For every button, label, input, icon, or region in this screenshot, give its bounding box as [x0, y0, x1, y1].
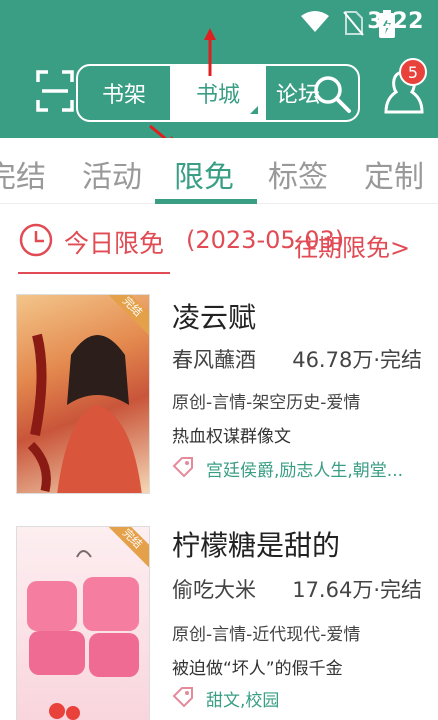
- past-free-link[interactable]: 往期限免>: [294, 228, 410, 263]
- wifi-icon: [301, 11, 329, 32]
- book-tags[interactable]: 宫廷侯爵,励志人生,朝堂...: [206, 456, 403, 481]
- book-genre: 原创-言情-近代现代-爱情: [172, 625, 361, 645]
- status-bar: 3:22: [238, 0, 438, 46]
- book-cover[interactable]: 完结: [16, 526, 150, 720]
- tab-events[interactable]: 活动: [82, 152, 142, 196]
- no-sim-icon: [343, 11, 364, 36]
- clock-icon: [19, 223, 53, 257]
- notification-badge: 5: [399, 58, 427, 86]
- book-title[interactable]: 柠檬糖是甜的: [172, 524, 340, 564]
- book-card[interactable]: 完结 柠檬糖是甜的 偷吃大米 17.64万·完结 原创-言情-近代现代-爱情 被…: [0, 522, 438, 720]
- book-description: 热血权谋群像文: [172, 427, 291, 447]
- section-underline: [18, 272, 170, 274]
- tab-free[interactable]: 限免: [174, 152, 234, 196]
- book-author: 偷吃大米: [172, 578, 256, 602]
- active-tab-indicator: [155, 199, 257, 204]
- tab-tags[interactable]: 标签: [268, 152, 328, 196]
- free-today-title: 今日限免: [64, 229, 165, 258]
- book-genre: 原创-言情-架空历史-爱情: [172, 393, 361, 413]
- category-tabs: 完结 活动 限免 标签 定制: [0, 138, 438, 204]
- book-card[interactable]: 完结 凌云赋 春风蘸酒 46.78万·完结 原创-言情-架空历史-爱情 热血权谋…: [0, 290, 438, 510]
- book-tags[interactable]: 甜文,校园: [206, 686, 279, 711]
- book-stats: 46.78万·完结: [292, 348, 422, 372]
- tag-icon: [172, 687, 193, 708]
- book-stats: 17.64万·完结: [292, 578, 422, 602]
- scan-icon[interactable]: [36, 70, 74, 112]
- book-cover[interactable]: 完结: [16, 294, 150, 494]
- status-time: 3:22: [367, 9, 424, 34]
- tab-finished[interactable]: 完结: [0, 152, 46, 196]
- search-icon[interactable]: [312, 74, 352, 114]
- tab-bookshelf[interactable]: 书架: [78, 66, 170, 120]
- arrow-annotation-icon: [204, 28, 216, 76]
- tab-custom[interactable]: 定制: [364, 152, 424, 196]
- book-author: 春风蘸酒: [172, 348, 256, 372]
- cover-illustration-icon: [27, 550, 139, 720]
- book-title[interactable]: 凌云赋: [172, 296, 256, 336]
- tag-icon: [172, 457, 193, 478]
- book-description: 被迫做“坏人”的假千金: [172, 659, 343, 679]
- free-today-section: 今日限免 (2023-05-03) 往期限免>: [0, 210, 438, 276]
- cover-illustration-icon: [27, 333, 142, 493]
